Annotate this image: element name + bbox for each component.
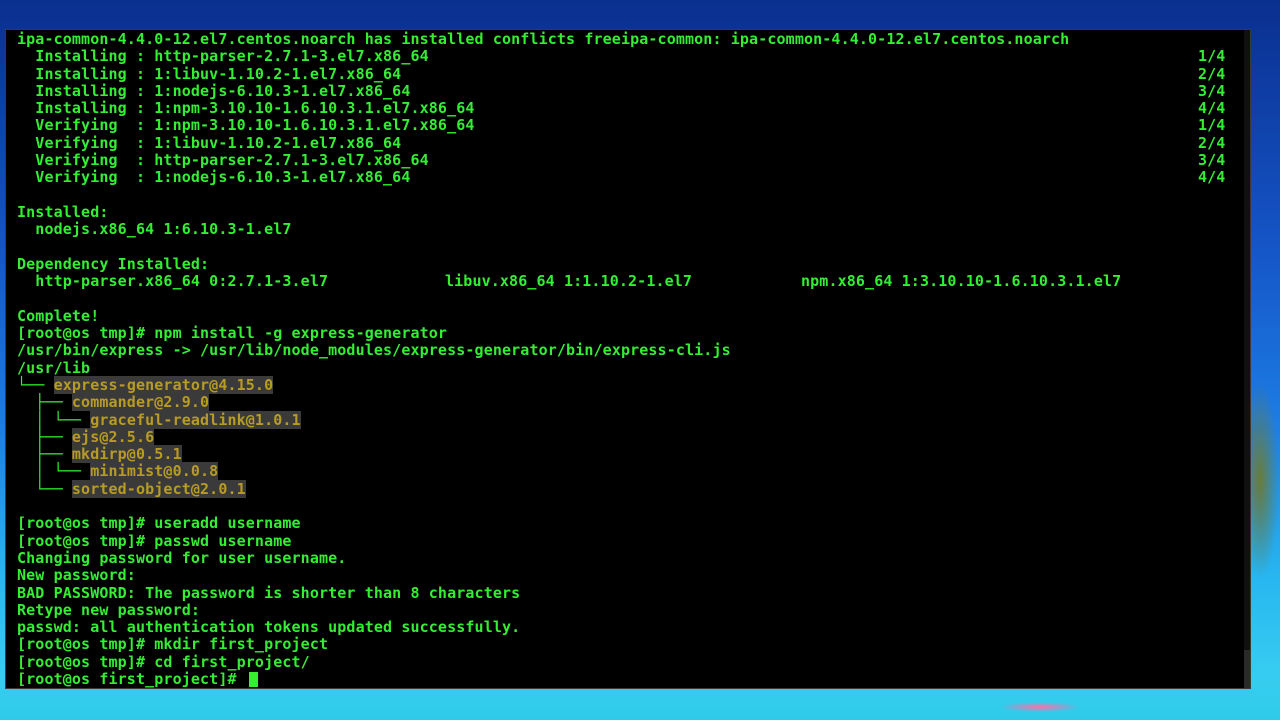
- terminal-cursor[interactable]: [248, 671, 258, 687]
- terminal-line: [root@os tmp]# passwd username: [17, 531, 292, 550]
- terminal-line: Installing : 1:libuv-1.10.2-1.el7.x86_64…: [17, 64, 1226, 83]
- terminal-prompt-line[interactable]: [root@os first_project]#: [17, 669, 1069, 688]
- terminal-line: /usr/lib: [17, 358, 91, 377]
- terminal-line: Changing password for user username.: [17, 548, 347, 567]
- terminal-line: [root@os tmp]# useradd username: [17, 514, 301, 533]
- terminal-line: Installing : http-parser-2.7.1-3.el7.x86…: [17, 47, 1226, 66]
- progress-count: 3/4: [1198, 81, 1226, 100]
- terminal-line: Installing : 1:npm-3.10.10-1.6.10.3.1.el…: [17, 99, 1226, 118]
- terminal-line: Verifying : 1:nodejs-6.10.3-1.el7.x86_64…: [17, 168, 1226, 187]
- terminal-line: Verifying : 1:npm-3.10.10-1.6.10.3.1.el7…: [17, 116, 1226, 135]
- progress-count: 3/4: [1198, 151, 1226, 170]
- shell-prompt: [root@os first_project]#: [17, 669, 246, 688]
- tree-line: ├── commander@2.9.0: [17, 393, 210, 412]
- tree-line: └── sorted-object@2.0.1: [17, 479, 246, 498]
- terminal-line: passwd: all authentication tokens update…: [17, 618, 521, 637]
- package-name: sorted-object@2.0.1: [71, 479, 246, 498]
- package-name: mkdirp@0.5.1: [71, 445, 182, 464]
- terminal-line: Installed:: [17, 202, 109, 221]
- terminal-line: BAD PASSWORD: The password is shorter th…: [17, 583, 521, 602]
- package-name: graceful-readlink@1.0.1: [90, 410, 301, 429]
- tree-line: ├── mkdirp@0.5.1: [17, 445, 182, 464]
- terminal-line: /usr/bin/express -> /usr/lib/node_module…: [17, 341, 731, 360]
- tree-line: │ └── minimist@0.0.8: [17, 462, 219, 481]
- terminal-line: Verifying : 1:libuv-1.10.2-1.el7.x86_64 2…: [17, 133, 1226, 152]
- progress-count: 4/4: [1198, 99, 1226, 118]
- terminal-line: New password:: [17, 566, 136, 585]
- tree-line: │ └── graceful-readlink@1.0.1: [17, 410, 301, 429]
- terminal-output: ipa-common-4.4.0-12.el7.centos.noarch ha…: [17, 30, 1226, 688]
- package-name: minimist@0.0.8: [90, 462, 219, 481]
- terminal-line: [root@os tmp]# npm install -g express-ge…: [17, 324, 448, 343]
- progress-count: 4/4: [1198, 168, 1226, 187]
- package-name: ejs@2.5.6: [71, 427, 155, 446]
- progress-count: 1/4: [1198, 116, 1226, 135]
- tree-line: ├── ejs@2.5.6: [17, 427, 155, 446]
- progress-count: 2/4: [1198, 133, 1226, 152]
- progress-count: 1/4: [1198, 47, 1226, 66]
- terminal-line: Complete!: [17, 306, 100, 325]
- dependency-item: libuv.x86_64 1:1.10.2-1.el7: [445, 272, 693, 291]
- terminal-line: Installing : 1:nodejs-6.10.3-1.el7.x86_6…: [17, 81, 1226, 100]
- package-name: commander@2.9.0: [71, 393, 210, 412]
- progress-count: 2/4: [1198, 64, 1226, 83]
- terminal-window[interactable]: ipa-common-4.4.0-12.el7.centos.noarch ha…: [5, 29, 1251, 689]
- desktop-wallpaper-accent: [1000, 702, 1080, 712]
- dependency-item: npm.x86_64 1:3.10.10-1.6.10.3.1.el7: [801, 272, 1122, 291]
- terminal-line: Retype new password:: [17, 600, 201, 619]
- tree-line: └── express-generator@4.15.0: [17, 375, 274, 394]
- terminal-scrollbar[interactable]: [1244, 30, 1250, 688]
- terminal-line: http-parser.x86_64 0:2.7.1-3.el7 libuv.x8…: [17, 272, 1122, 291]
- terminal-line: [root@os tmp]# mkdir first_project: [17, 635, 329, 654]
- terminal-line: Dependency Installed:: [17, 254, 210, 273]
- terminal-line: ipa-common-4.4.0-12.el7.centos.noarch ha…: [17, 30, 1070, 48]
- terminal-line: [root@os tmp]# cd first_project/: [17, 652, 310, 671]
- package-name: express-generator@4.15.0: [53, 375, 274, 394]
- scrollbar-thumb[interactable]: [1244, 650, 1250, 688]
- terminal-line: Verifying : http-parser-2.7.1-3.el7.x86_…: [17, 151, 1226, 170]
- terminal-line: nodejs.x86_64 1:6.10.3-1.el7: [17, 220, 292, 239]
